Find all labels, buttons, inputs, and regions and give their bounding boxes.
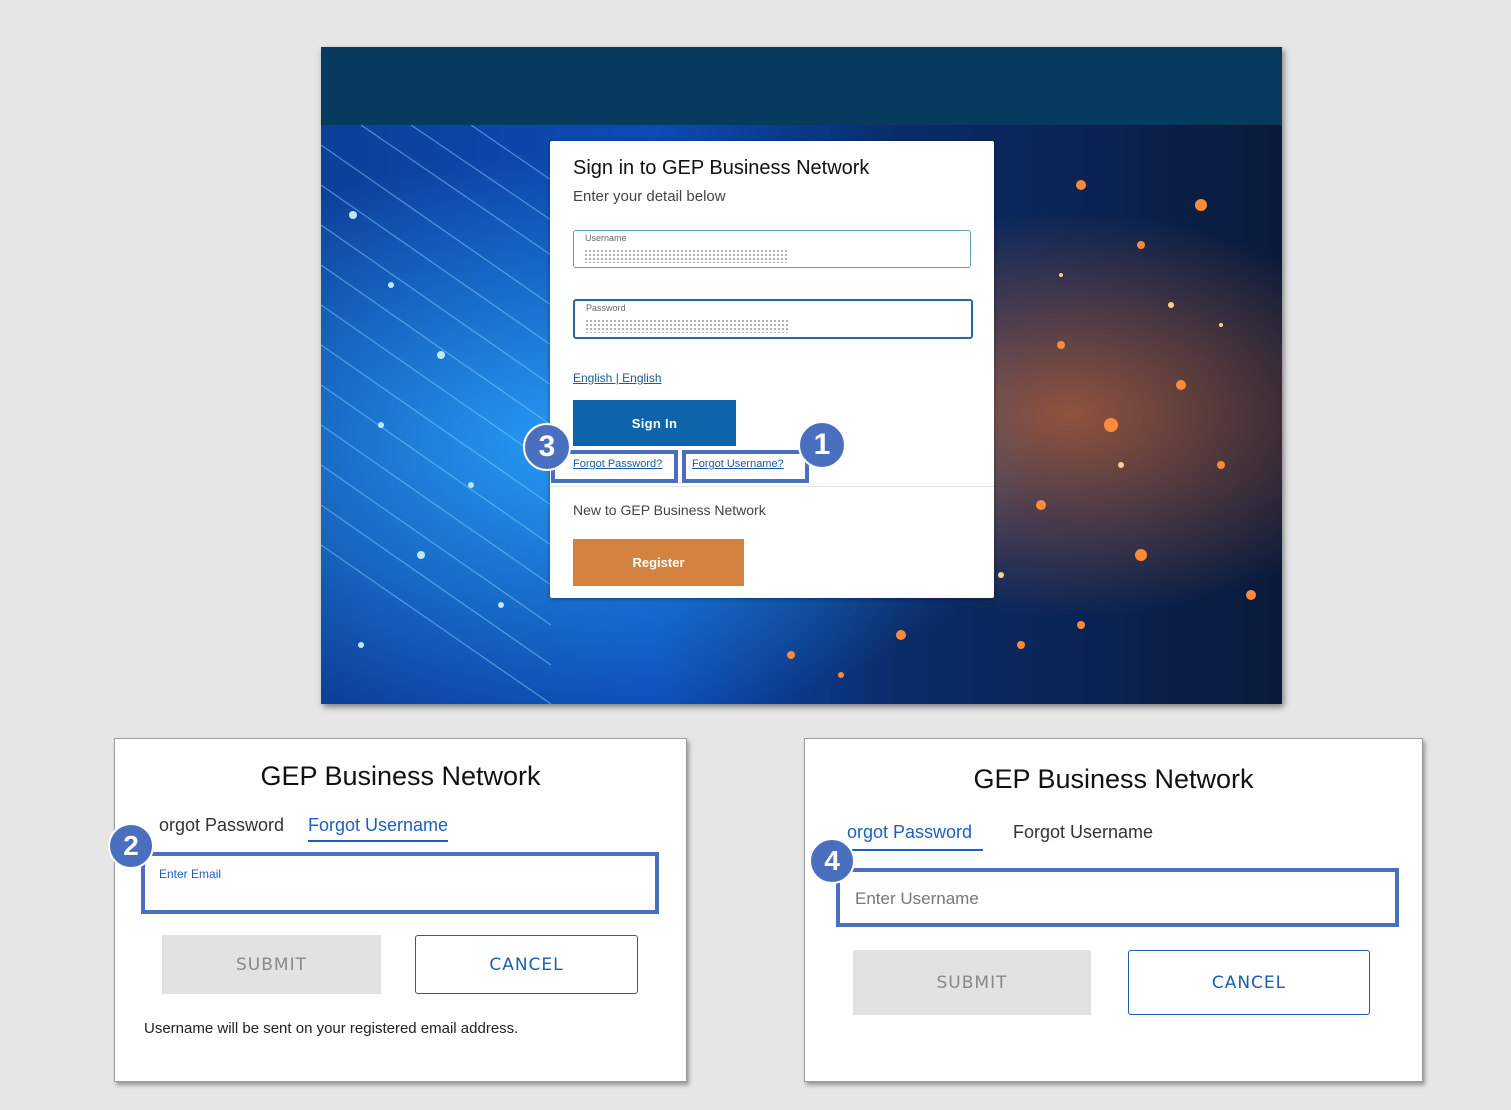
- password-input[interactable]: Password: [573, 299, 973, 339]
- info-note: Username will be sent on your registered…: [144, 1020, 519, 1037]
- active-tab-underline: [835, 849, 983, 851]
- tab-forgot-password[interactable]: orgot Password: [159, 815, 284, 836]
- password-label: Password: [586, 303, 626, 313]
- highlight-forgot-password: [551, 450, 678, 483]
- sign-in-title: Sign in to GEP Business Network: [573, 157, 870, 179]
- password-masked-value: [585, 319, 790, 333]
- register-button[interactable]: Register: [573, 539, 744, 586]
- tab-forgot-password[interactable]: orgot Password: [847, 822, 972, 843]
- login-screenshot: Sign in to GEP Business Network Enter yo…: [321, 47, 1282, 704]
- language-selector-link[interactable]: English | English: [573, 371, 662, 385]
- dialog-title: GEP Business Network: [260, 761, 541, 791]
- callout-badge-2: 2: [108, 823, 154, 869]
- forgot-username-dialog: GEP Business Network orgot Password Forg…: [114, 738, 687, 1082]
- tab-forgot-username[interactable]: Forgot Username: [1013, 822, 1153, 843]
- callout-badge-3: 3: [523, 423, 571, 471]
- username-masked-value: [584, 249, 789, 263]
- sign-in-card: Sign in to GEP Business Network Enter yo…: [550, 141, 994, 598]
- username-placeholder: Enter Username: [855, 889, 979, 908]
- forgot-password-dialog: GEP Business Network orgot Password Forg…: [804, 738, 1423, 1082]
- email-input-label: Enter Email: [159, 867, 222, 881]
- cancel-button[interactable]: CANCEL: [1128, 950, 1370, 1015]
- tab-forgot-username[interactable]: Forgot Username: [308, 815, 448, 836]
- new-user-text: New to GEP Business Network: [573, 502, 766, 518]
- username-input[interactable]: Enter Username: [836, 868, 1399, 927]
- email-input[interactable]: Enter Email: [141, 852, 659, 914]
- submit-button[interactable]: SUBMIT: [162, 935, 381, 994]
- cancel-button[interactable]: CANCEL: [415, 935, 638, 994]
- username-input[interactable]: Username: [573, 230, 971, 268]
- callout-badge-1: 1: [798, 421, 846, 469]
- sign-in-button[interactable]: Sign In: [573, 400, 736, 446]
- callout-badge-4: 4: [809, 838, 855, 884]
- username-label: Username: [585, 233, 627, 243]
- dialog-title: GEP Business Network: [973, 764, 1254, 794]
- card-divider: [550, 486, 994, 487]
- highlight-forgot-username: [682, 450, 809, 483]
- submit-button[interactable]: SUBMIT: [853, 950, 1091, 1015]
- login-header-bar: [321, 47, 1282, 125]
- active-tab-underline: [308, 840, 448, 842]
- sign-in-subtitle: Enter your detail below: [573, 188, 726, 205]
